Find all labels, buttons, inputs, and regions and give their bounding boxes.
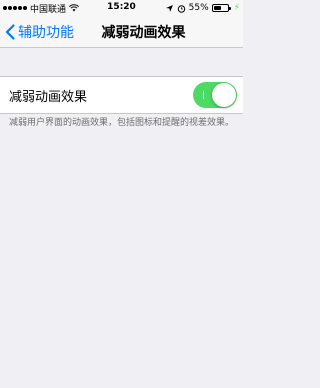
signal-strength-icon xyxy=(3,6,27,10)
reduce-motion-cell: 减弱动画效果 xyxy=(0,76,243,114)
setting-description: 减弱用户界面的动画效果，包括图标和提醒的视差效果。 xyxy=(9,118,235,128)
navigation-bar: 辅助功能 减弱动画效果 xyxy=(0,16,243,48)
alarm-icon xyxy=(177,4,185,13)
reduce-motion-toggle[interactable] xyxy=(193,82,237,108)
location-arrow-icon xyxy=(165,4,173,12)
toggle-on-indicator xyxy=(203,91,204,99)
carrier-name: 中国联通 xyxy=(30,4,67,15)
toggle-knob xyxy=(212,83,236,107)
battery-percent: 55% xyxy=(188,3,209,13)
battery-fill xyxy=(213,6,221,10)
chevron-left-icon xyxy=(5,23,15,40)
charging-bolt-icon: ⚡ xyxy=(233,3,240,13)
setting-label: 减弱动画效果 xyxy=(9,89,88,105)
status-bar: 中国联通 15:20 55% ⚡ xyxy=(0,0,243,16)
back-button[interactable]: 辅助功能 xyxy=(0,22,74,42)
back-label: 辅助功能 xyxy=(18,24,74,41)
wifi-icon xyxy=(69,4,79,12)
battery-icon xyxy=(211,4,231,12)
